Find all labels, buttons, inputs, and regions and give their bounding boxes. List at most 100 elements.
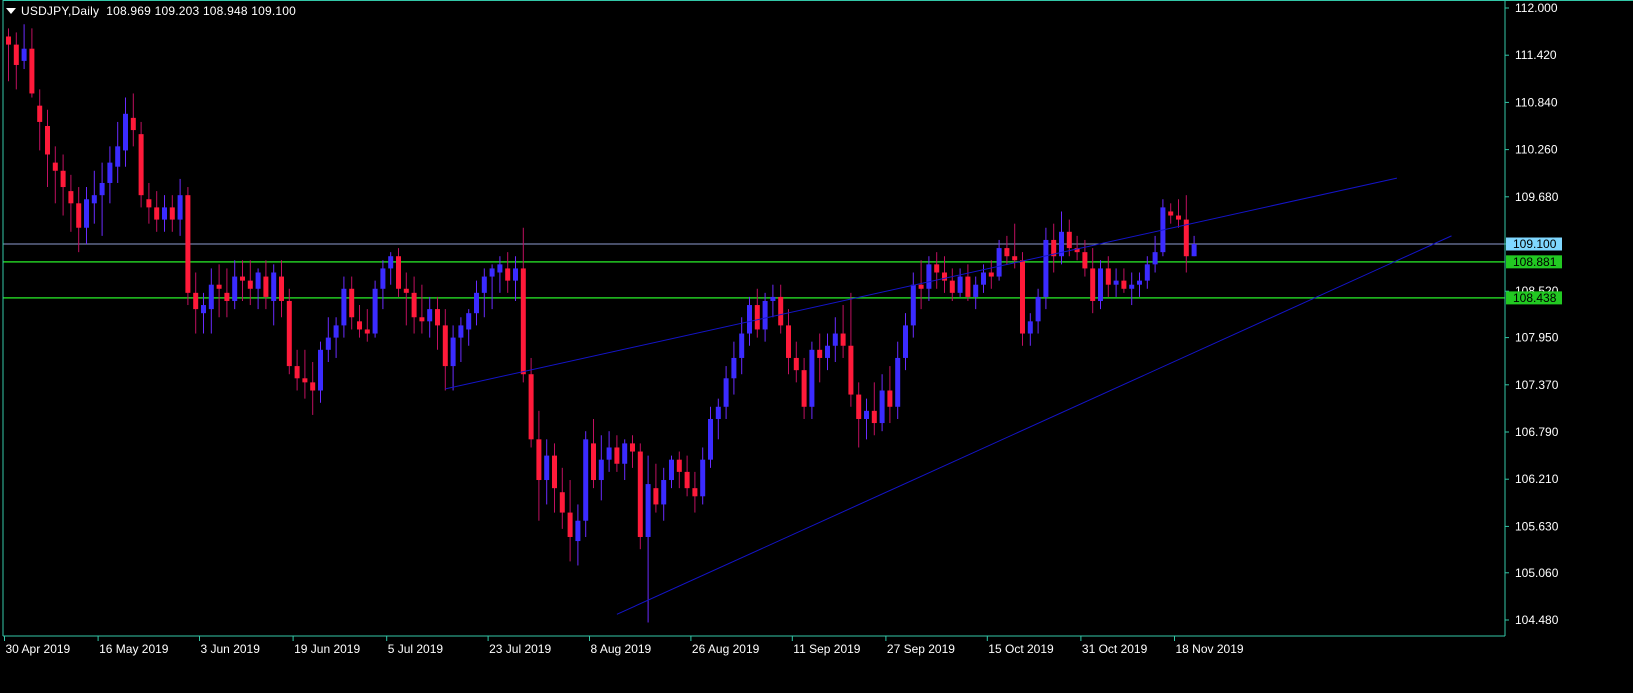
candle-body bbox=[786, 325, 791, 358]
candle-body bbox=[29, 48, 35, 94]
candle-body bbox=[1113, 280, 1119, 285]
candle-body bbox=[396, 256, 401, 289]
candle-body bbox=[1035, 296, 1041, 322]
trendline-upper-channel[interactable] bbox=[445, 177, 1398, 390]
candle-body bbox=[645, 484, 651, 537]
candle-body bbox=[606, 447, 612, 460]
x-tick-label: 27 Sep 2019 bbox=[887, 642, 955, 656]
candle-body bbox=[669, 459, 674, 481]
candle-body bbox=[684, 471, 690, 489]
candle-body bbox=[832, 333, 838, 346]
candle-body bbox=[123, 113, 128, 151]
candle-body bbox=[809, 349, 815, 407]
x-tick-label: 18 Nov 2019 bbox=[1176, 642, 1244, 656]
candle-body bbox=[965, 276, 971, 297]
candlestick-chart[interactable]: 112.000 111.420 110.840 110.260 109.680 109.1… bbox=[0, 0, 1633, 688]
open-value: 108.969 bbox=[106, 4, 152, 18]
candle-body bbox=[208, 284, 214, 310]
candle-body bbox=[1082, 252, 1088, 269]
x-tick-label: 19 Jun 2019 bbox=[294, 642, 360, 656]
dropdown-triangle-icon[interactable] bbox=[6, 7, 16, 14]
candle-body bbox=[466, 313, 472, 330]
close-value: 109.100 bbox=[251, 4, 297, 18]
high-value: 109.203 bbox=[154, 4, 200, 18]
candle-body bbox=[1098, 268, 1103, 301]
y-tick-label: 110.840 bbox=[1515, 95, 1558, 109]
candle-body bbox=[1152, 252, 1158, 265]
candle-body bbox=[341, 288, 347, 326]
candle-body bbox=[879, 390, 885, 424]
candle-body bbox=[1020, 260, 1025, 334]
candle-body bbox=[1004, 248, 1010, 257]
candle-body bbox=[247, 280, 253, 289]
candle-body bbox=[934, 264, 940, 273]
candle-body bbox=[513, 268, 518, 281]
candle-body bbox=[177, 195, 183, 220]
candle-body bbox=[442, 325, 448, 367]
candle-body bbox=[115, 146, 121, 167]
candle-body bbox=[224, 292, 230, 301]
candle-body bbox=[567, 512, 573, 537]
candle-body bbox=[52, 162, 58, 171]
candle-body bbox=[388, 256, 394, 269]
candle-body bbox=[591, 443, 596, 481]
candle-body bbox=[279, 276, 284, 301]
candle-body bbox=[333, 325, 339, 338]
candle-body bbox=[887, 390, 893, 407]
candles-layer bbox=[6, 24, 1197, 623]
price-label-bid: 109.100 bbox=[1513, 237, 1557, 251]
candle-body bbox=[357, 321, 362, 330]
candle-body bbox=[544, 455, 550, 481]
candle-body bbox=[318, 349, 323, 391]
candle-body bbox=[739, 333, 745, 358]
candle-body bbox=[294, 366, 300, 379]
candle-body bbox=[598, 459, 604, 481]
candle-body bbox=[528, 374, 534, 440]
x-tick-label: 23 Jul 2019 bbox=[489, 642, 551, 656]
candle-body bbox=[957, 276, 963, 293]
x-tick-label: 26 Aug 2019 bbox=[692, 642, 760, 656]
candle-body bbox=[99, 182, 105, 196]
candle-body bbox=[380, 268, 386, 289]
candle-body bbox=[37, 105, 43, 122]
candle-body bbox=[1043, 239, 1049, 297]
candle-body bbox=[403, 288, 409, 293]
candle-body bbox=[981, 272, 986, 285]
candle-body bbox=[21, 48, 27, 61]
candle-body bbox=[13, 44, 19, 65]
candle-body bbox=[435, 309, 440, 326]
candle-body bbox=[154, 207, 160, 220]
y-tick-label: 109.680 bbox=[1515, 190, 1559, 204]
trendline-lower-channel[interactable] bbox=[616, 235, 1452, 615]
candle-body bbox=[871, 410, 877, 424]
candle-body bbox=[988, 272, 994, 277]
y-tick-label: 111.420 bbox=[1515, 48, 1557, 62]
candle-body bbox=[918, 284, 924, 289]
candle-body bbox=[1144, 264, 1150, 281]
candle-body bbox=[1121, 280, 1127, 289]
candle-body bbox=[676, 459, 682, 472]
candle-body bbox=[1176, 215, 1181, 220]
candle-body bbox=[130, 117, 136, 131]
chart-window[interactable]: 112.000 111.420 110.840 110.260 109.680 109.1… bbox=[0, 0, 1633, 688]
candle-body bbox=[107, 162, 113, 183]
candle-body bbox=[1066, 231, 1072, 249]
candle-body bbox=[193, 292, 199, 310]
candle-body bbox=[708, 418, 713, 460]
candle-body bbox=[271, 272, 277, 301]
candle-body bbox=[895, 357, 901, 407]
candle-body bbox=[864, 410, 869, 419]
low-value: 108.948 bbox=[202, 4, 248, 18]
candle-body bbox=[411, 292, 417, 318]
y-tick-label: 106.790 bbox=[1515, 425, 1559, 439]
x-tick-label: 11 Sep 2019 bbox=[793, 642, 860, 656]
candle-body bbox=[302, 378, 308, 383]
candle-body bbox=[1027, 321, 1033, 334]
candle-body bbox=[240, 276, 245, 281]
candle-body bbox=[91, 195, 97, 204]
candle-body bbox=[817, 349, 823, 358]
candle-body bbox=[692, 488, 698, 497]
x-tick-label: 5 Jul 2019 bbox=[388, 642, 444, 656]
price-label-level-upper: 108.881 bbox=[1513, 255, 1557, 269]
candle-body bbox=[76, 203, 82, 228]
